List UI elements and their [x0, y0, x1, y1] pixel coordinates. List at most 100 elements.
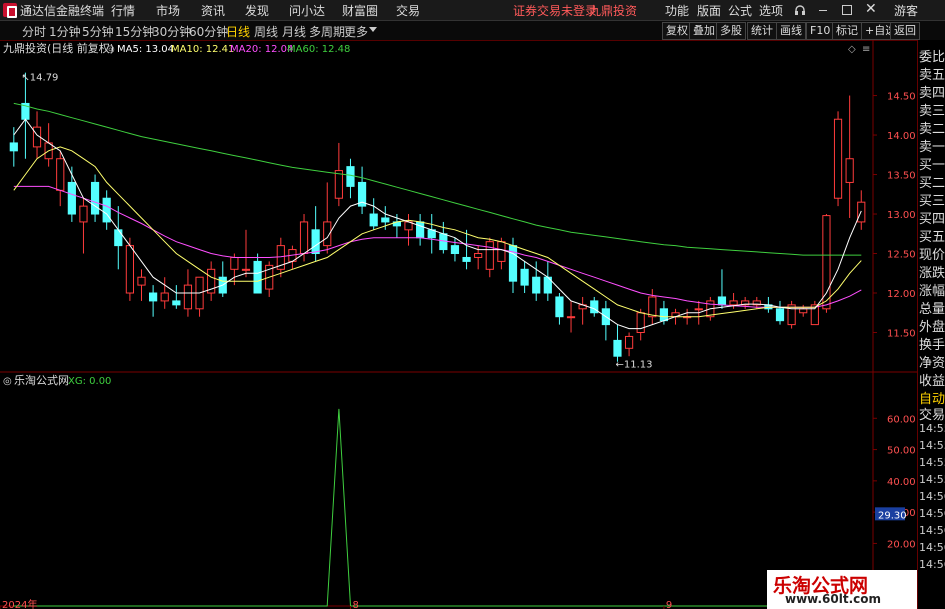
- mark-button[interactable]: 标记: [832, 22, 862, 40]
- close-icon[interactable]: ✕: [865, 1, 877, 17]
- maximize-icon[interactable]: [842, 5, 852, 15]
- indicator-tick-label: 60.00: [887, 414, 916, 425]
- sidebar-label-ask3: 卖三: [919, 104, 945, 119]
- candle-body: [56, 158, 65, 191]
- time-axis-label: 8: [352, 600, 358, 609]
- app-title: 通达信金融终端: [20, 4, 105, 18]
- candle-body: [9, 142, 18, 152]
- candle-body: [810, 304, 819, 326]
- candle-body: [369, 213, 378, 227]
- adjust-button[interactable]: 复权: [662, 22, 692, 40]
- tab-monthly[interactable]: 月线: [282, 23, 306, 40]
- main-chart-title: 九鼎投资(日线 前复权): [3, 41, 114, 55]
- diamond-icon: ◇: [848, 44, 856, 55]
- multi-stock-button[interactable]: 多股: [716, 22, 746, 40]
- tab-intraday[interactable]: 分时: [22, 23, 46, 40]
- stock-name-notice: 九鼎投资: [589, 4, 638, 18]
- menu-item-formula[interactable]: 公式: [728, 2, 752, 19]
- sidebar-label-outer: 外盘: [919, 320, 945, 335]
- app-logo-icon: [3, 3, 17, 18]
- sidebar-label-change: 涨跌: [919, 266, 945, 281]
- candle-body: [659, 308, 669, 322]
- menu-item-options[interactable]: 选项: [759, 2, 783, 19]
- indicator-tick-label: 40.00: [887, 477, 916, 488]
- headset-icon[interactable]: [793, 3, 807, 17]
- minimize-icon[interactable]: [819, 10, 827, 11]
- candle-body: [334, 170, 343, 199]
- price-tick-label: 14.00: [887, 131, 916, 142]
- candle-body: [729, 300, 738, 306]
- candle-body: [822, 215, 831, 310]
- sidebar-label-change-pct: 涨幅: [919, 284, 945, 299]
- candle-body: [520, 268, 529, 286]
- candle-body: [717, 296, 727, 306]
- chevron-down-icon[interactable]: [369, 27, 377, 32]
- time-axis-label: 9: [666, 600, 672, 609]
- menu-item-trade[interactable]: 交易: [396, 2, 420, 19]
- candle-body: [172, 300, 181, 306]
- ma20-line: [13, 185, 862, 308]
- draw-line-button[interactable]: 画线: [776, 22, 806, 40]
- sidebar-label-bid4: 买四: [919, 212, 945, 227]
- watermark-url: www.60lt.com: [785, 592, 882, 606]
- menu-item-ask[interactable]: 问小达: [289, 2, 325, 19]
- sidebar-label-turnover: 换手: [919, 338, 945, 353]
- menu-item-function[interactable]: 功能: [665, 2, 689, 19]
- candle-body: [241, 268, 251, 271]
- tab-more[interactable]: 更多: [344, 23, 368, 40]
- sidebar-label-price: 现价: [919, 248, 945, 263]
- overlay-button[interactable]: 叠加: [689, 22, 719, 40]
- sidebar-label-ask1: 卖一: [919, 140, 945, 155]
- candle-body: [566, 316, 576, 319]
- indicator-title: 乐淘公式网: [14, 374, 69, 387]
- sidebar-label-bid3: 买三: [919, 194, 945, 209]
- time-label: 14:55: [919, 473, 945, 486]
- ma60-legend: MA60: 12.48: [287, 44, 350, 55]
- menu-item-quotes[interactable]: 行情: [111, 2, 135, 19]
- user-label[interactable]: 游客: [894, 2, 918, 19]
- sidebar-label-bid5: 买五: [919, 230, 945, 245]
- candle-body: [694, 308, 703, 311]
- sidebar-label-bid1: 买一: [919, 158, 945, 173]
- tab-60min[interactable]: 60分钟: [189, 23, 228, 40]
- indicator-tick-label: 50.00: [887, 446, 916, 457]
- indicator-tick-label: 20.00: [887, 539, 916, 550]
- price-tick-label: 12.00: [887, 289, 916, 300]
- tab-5min[interactable]: 5分钟: [82, 23, 114, 40]
- candle-body: [102, 197, 111, 223]
- menu-item-discover[interactable]: 发现: [245, 2, 269, 19]
- candle-body: [299, 221, 309, 255]
- menu-item-market[interactable]: 市场: [156, 2, 180, 19]
- tab-30min[interactable]: 30分钟: [152, 23, 191, 40]
- menu-item-layout[interactable]: 版面: [697, 2, 721, 19]
- time-axis-label: 2024年: [2, 598, 37, 609]
- back-button[interactable]: 返回: [890, 22, 920, 40]
- menu-item-news[interactable]: 资讯: [201, 2, 225, 19]
- indicator-settings-icon: ◎: [3, 376, 12, 387]
- candle-body: [160, 292, 169, 302]
- price-tick-label: 14.50: [887, 92, 916, 103]
- menu-item-wealth[interactable]: 财富圈: [342, 2, 378, 19]
- max-price-label: ↖14.79: [21, 73, 58, 84]
- candle-body: [799, 308, 808, 314]
- candle-body: [555, 296, 564, 318]
- ma5-line: [13, 118, 862, 330]
- kline-chart-area[interactable]: 九鼎投资(日线 前复权)◎ MA5: 13.04MA10: 12.41MA20: …: [0, 40, 917, 609]
- statistics-button[interactable]: 统计: [747, 22, 777, 40]
- time-label: 14:55: [919, 439, 945, 452]
- tab-weekly[interactable]: 周线: [254, 23, 278, 40]
- candle-body: [346, 166, 355, 187]
- tab-15min[interactable]: 15分钟: [115, 23, 154, 40]
- login-notice[interactable]: 证券交易未登录: [513, 2, 597, 19]
- tab-daily[interactable]: 日线: [226, 23, 250, 40]
- candle-body: [787, 304, 796, 326]
- f10-button[interactable]: F10: [806, 22, 835, 40]
- candle-body: [648, 296, 657, 318]
- tab-1min[interactable]: 1分钟: [49, 23, 81, 40]
- candle-body: [416, 221, 425, 239]
- xg-legend: XG: 0.00: [68, 376, 111, 387]
- time-label: 14:56: [919, 558, 945, 571]
- tab-multi-period[interactable]: 多周期: [309, 23, 345, 40]
- sidebar-label-eps: 收益: [919, 374, 945, 389]
- price-tick-label: 13.50: [887, 171, 916, 182]
